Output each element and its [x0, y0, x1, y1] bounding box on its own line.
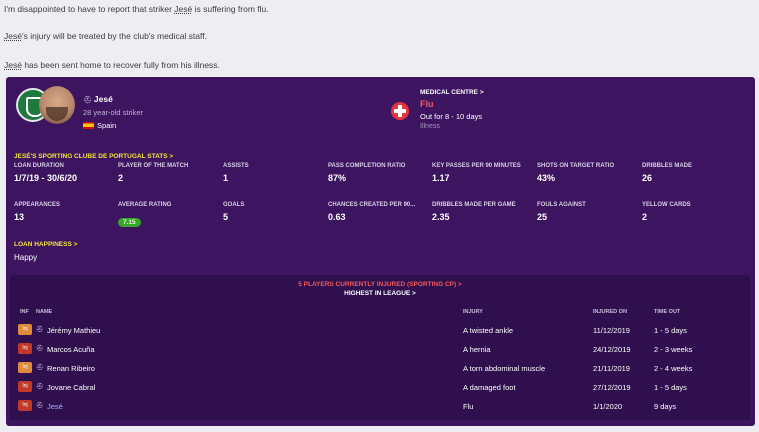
stat-label: SHOTS ON TARGET RATIO — [537, 163, 615, 169]
rating-value: 7.15 — [118, 218, 141, 227]
injury-status-badge: Inj — [18, 362, 32, 373]
stat-value: 2.35 — [432, 212, 450, 222]
stat-value: 0.63 — [328, 212, 346, 222]
stat-label: GOALS — [223, 202, 245, 208]
table-row[interactable]: Inj ⛑ Marcos Acuña A hernia 24/12/2019 2… — [10, 340, 750, 359]
message-text: I'm disappointed to have to report that … — [4, 4, 175, 14]
stat-label: AVERAGE RATING — [118, 202, 172, 208]
stat-value: 13 — [14, 212, 25, 222]
news-message-1: I'm disappointed to have to report that … — [4, 4, 269, 14]
injury-list-panel: 5 PLAYERS CURRENTLY INJURED (SPORTING CP… — [10, 275, 750, 420]
stat-value: 43% — [537, 173, 556, 183]
message-text: has been sent home to recover fully from… — [21, 60, 220, 70]
column-header-injury[interactable]: INJURY — [463, 309, 483, 315]
stat-value: 1.17 — [432, 173, 450, 183]
injury-cell: A hernia — [463, 345, 491, 354]
player-name-link[interactable]: Jesé — [47, 402, 63, 411]
injured-on-cell: 11/12/2019 — [593, 326, 630, 335]
stat-label: CHANCES CREATED PER 90... — [328, 202, 416, 208]
player-link[interactable]: Jesé — [4, 31, 22, 41]
nationality-text: Spain — [97, 121, 117, 130]
column-header-injured-on[interactable]: INJURED ON — [593, 309, 627, 315]
injury-cell: A damaged foot — [463, 383, 516, 392]
hospital-icon: ⛑ — [36, 365, 44, 371]
table-row[interactable]: Inj ⛑ Jesé Flu 1/1/2020 9 days — [10, 397, 750, 416]
stat-label: KEY PASSES PER 90 MINUTES — [432, 163, 521, 169]
hospital-icon: ⛑ — [83, 97, 92, 104]
injury-status-badge: Inj — [18, 381, 32, 392]
stat-label: LOAN DURATION — [14, 163, 64, 169]
hospital-icon: ⛑ — [36, 403, 44, 409]
hospital-icon: ⛑ — [36, 384, 44, 390]
injured-on-cell: 1/1/2020 — [593, 402, 623, 411]
average-rating-badge: 7.15 — [118, 211, 141, 229]
player-name-link[interactable]: Marcos Acuña — [47, 345, 95, 354]
stat-label: ASSISTS — [223, 163, 249, 169]
medical-cross-icon — [391, 102, 409, 120]
stat-value: 2 — [642, 212, 648, 222]
player-name-text: Jesé — [93, 94, 113, 104]
player-link[interactable]: Jesé — [174, 4, 192, 14]
stat-value: 25 — [537, 212, 548, 222]
stat-value: 1 — [223, 173, 229, 183]
player-name-link[interactable]: Jovane Cabral — [47, 383, 95, 392]
time-out-cell: 9 days — [654, 402, 677, 411]
message-text: 's injury will be treated by the club's … — [21, 31, 207, 41]
loan-happiness-value: Happy — [14, 253, 38, 262]
hospital-icon: ⛑ — [36, 327, 44, 333]
injury-cell: A twisted ankle — [463, 326, 514, 335]
stat-value: 1/7/19 - 30/6/20 — [14, 173, 78, 183]
stat-label: APPEARANCES — [14, 202, 61, 208]
injury-category: Illness — [420, 123, 440, 130]
player-nationality[interactable]: Spain — [83, 121, 116, 130]
injury-status-badge: Inj — [18, 324, 32, 335]
column-header-inf[interactable]: INF — [20, 309, 29, 315]
stat-label: DRIBBLES MADE — [642, 163, 693, 169]
injury-duration: Out for 8 - 10 days — [420, 112, 483, 121]
stats-heading-link[interactable]: JESÉ'S SPORTING CLUBE DE PORTUGAL STATS … — [14, 153, 173, 160]
stat-label: FOULS AGAINST — [537, 202, 586, 208]
table-row[interactable]: Inj ⛑ Jérémy Mathieu A twisted ankle 11/… — [10, 321, 750, 340]
stat-label: DRIBBLES MADE PER GAME — [432, 202, 516, 208]
news-message-3: Jesé has been sent home to recover fully… — [4, 60, 220, 70]
player-injury-panel: ⛑ Jesé 28 year-old striker Spain MEDICAL … — [6, 77, 755, 426]
injured-on-cell: 24/12/2019 — [593, 345, 631, 354]
injury-cell: Flu — [463, 402, 474, 411]
stat-value: 2 — [118, 173, 124, 183]
table-row[interactable]: Inj ⛑ Renan Ribeiro A torn abdominal mus… — [10, 359, 750, 378]
time-out-cell: 1 - 5 days — [654, 383, 687, 392]
injured-on-cell: 27/12/2019 — [593, 383, 631, 392]
time-out-cell: 2 - 4 weeks — [654, 364, 693, 373]
news-message-2: Jesé's injury will be treated by the clu… — [4, 31, 207, 41]
player-name[interactable]: ⛑ Jesé — [83, 94, 113, 104]
injury-status-badge: Inj — [18, 343, 32, 354]
hospital-icon: ⛑ — [36, 346, 44, 352]
player-name-link[interactable]: Renan Ribeiro — [47, 364, 95, 373]
stat-value: 87% — [328, 173, 347, 183]
time-out-cell: 2 - 3 weeks — [654, 345, 693, 354]
injury-name: Flu — [420, 99, 434, 109]
table-row[interactable]: Inj ⛑ Jovane Cabral A damaged foot 27/12… — [10, 378, 750, 397]
league-rank-link[interactable]: HIGHEST IN LEAGUE > — [10, 290, 750, 297]
injured-count-link[interactable]: 5 PLAYERS CURRENTLY INJURED (SPORTING CP… — [10, 281, 750, 288]
injury-cell: A torn abdominal muscle — [463, 364, 546, 373]
message-text: is suffering from flu. — [192, 4, 269, 14]
stat-value: 5 — [223, 212, 229, 222]
player-name-link[interactable]: Jérémy Mathieu — [47, 326, 100, 335]
stat-label: YELLOW CARDS — [642, 202, 691, 208]
player-link[interactable]: Jesé — [4, 60, 22, 70]
stat-value: 26 — [642, 173, 653, 183]
stat-label: PLAYER OF THE MATCH — [118, 163, 189, 169]
player-description: 28 year-old striker — [83, 108, 144, 117]
injured-on-cell: 21/11/2019 — [593, 364, 630, 373]
time-out-cell: 1 - 5 days — [654, 326, 687, 335]
column-header-time-out[interactable]: TIME OUT — [654, 309, 680, 315]
column-header-name[interactable]: NAME — [36, 309, 52, 315]
spain-flag-icon — [83, 122, 94, 129]
medical-centre-link[interactable]: MEDICAL CENTRE > — [420, 89, 484, 96]
stat-label: PASS COMPLETION RATIO — [328, 163, 406, 169]
injury-status-badge: Inj — [18, 400, 32, 411]
loan-happiness-link[interactable]: LOAN HAPPINESS > — [14, 241, 77, 248]
